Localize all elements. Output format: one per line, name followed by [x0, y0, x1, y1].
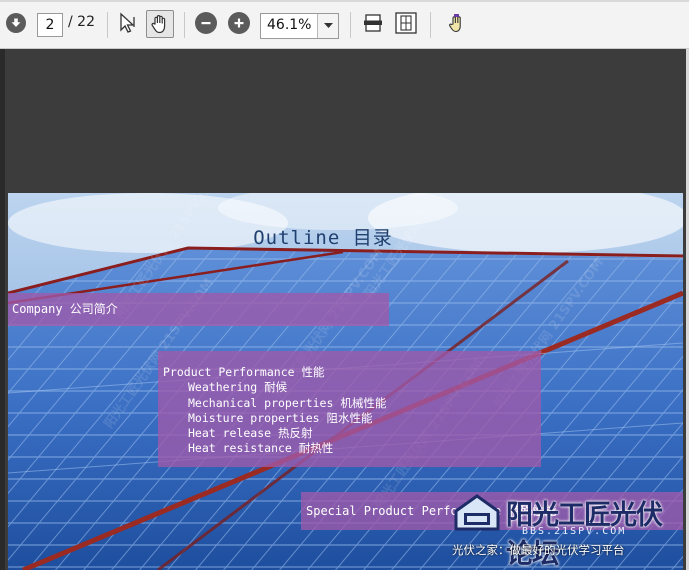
zoom-out-icon [195, 12, 217, 34]
outline-item-product-performance: Product Performance 性能 Weathering 耐候 Mec… [158, 351, 541, 467]
hand-tool-button[interactable] [146, 10, 174, 38]
hand-icon [151, 15, 166, 34]
outline-heading: Product Performance 性能 [163, 365, 325, 379]
chevron-down-icon [323, 23, 333, 28]
slide-page: 阳光工匠光伏网 21SPV.COM 阳光工匠光伏网 21SPV.COM 阳光工匠… [8, 193, 683, 570]
fit-page-button[interactable] [393, 10, 419, 36]
slide-title: Outline 目录 [253, 227, 393, 249]
fit-page-icon [395, 12, 417, 34]
house-logo-icon [454, 494, 500, 531]
outline-subitem: Heat resistance 耐热性 [188, 441, 334, 456]
toolbar-separator [107, 12, 108, 38]
fit-width-icon [364, 14, 382, 32]
outline-subitem: Heat release 热反射 [188, 426, 313, 441]
fit-width-button[interactable] [360, 10, 386, 36]
outline-subitem: Moisture properties 阻水性能 [188, 410, 373, 425]
page-down-icon [6, 13, 26, 33]
outline-item-company: Company 公司简介 [8, 293, 389, 326]
toolbar-top-edge [0, 0, 689, 2]
select-tool-button[interactable] [114, 10, 140, 36]
zoom-in-icon [228, 12, 250, 34]
page-total-label: / 22 [68, 14, 95, 30]
zoom-value: 46.1% [267, 17, 312, 33]
logo-url: BBS.21SPV.COM [522, 526, 627, 537]
page-number-input[interactable]: 2 [37, 13, 63, 37]
pdf-toolbar: 2 / 22 46.1% [0, 0, 689, 49]
zoom-in-button[interactable] [226, 10, 252, 36]
touch-mode-button[interactable] [443, 10, 469, 36]
touch-icon [449, 14, 461, 33]
toolbar-separator [350, 12, 351, 38]
zoom-out-button[interactable] [193, 10, 219, 36]
zoom-select[interactable]: 46.1% [260, 13, 339, 39]
document-gutter [0, 49, 5, 570]
outline-subitem: Weathering 耐候 [188, 380, 288, 395]
select-arrow-icon [120, 12, 135, 33]
toolbar-separator [430, 12, 431, 38]
zoom-dropdown-button[interactable] [317, 14, 338, 38]
toolbar-separator [184, 12, 185, 38]
next-page-button[interactable] [3, 10, 29, 36]
forum-logo: 阳光工匠光伏论坛 BBS.21SPV.COM [448, 491, 683, 570]
logo-slogan: 光伏之家：做最好的光伏学习平台 [452, 543, 625, 557]
outline-subitem: Mechanical properties 机械性能 [188, 395, 387, 410]
